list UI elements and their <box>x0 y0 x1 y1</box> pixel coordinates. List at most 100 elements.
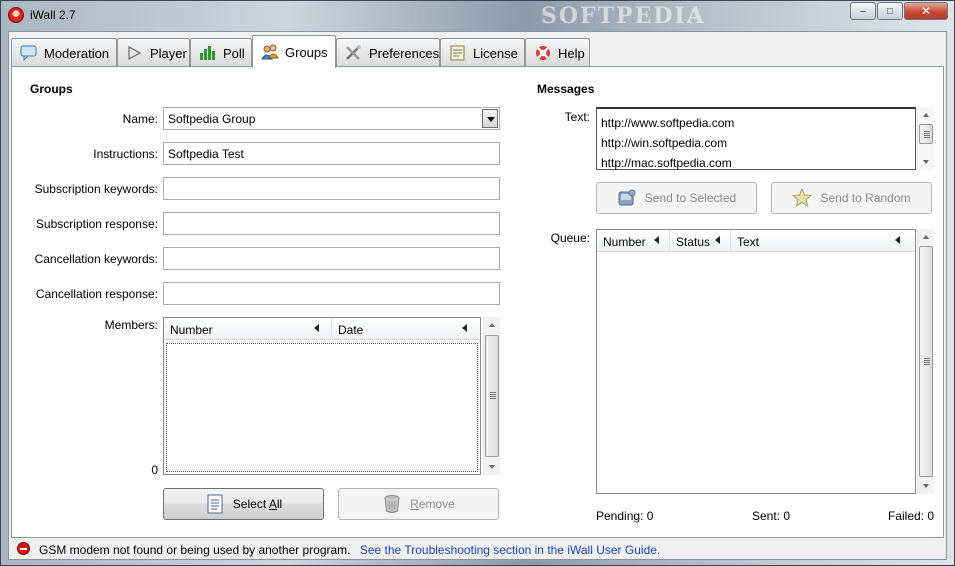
scroll-down-arrow-icon[interactable] <box>484 459 500 475</box>
sent-count: Sent: 0 <box>752 509 791 523</box>
send-to-selected-label: Send to Selected <box>644 191 737 205</box>
messages-section-title: Messages <box>537 82 595 96</box>
send-to-selected-button[interactable]: Send to Selected <box>596 182 757 214</box>
pending-count: Pending: 0 <box>596 509 654 523</box>
members-list-header: Number Date <box>164 318 480 340</box>
close-button[interactable]: ✕ <box>904 2 948 20</box>
app-logo-icon <box>8 7 24 23</box>
column-header-status[interactable]: Status <box>670 230 731 252</box>
tab-bar: Moderation Player Poll Groups Preference… <box>9 35 946 68</box>
members-label: Members: <box>104 318 158 332</box>
remove-label: Remove <box>410 497 455 511</box>
tab-player[interactable]: Player <box>117 38 190 67</box>
select-all-button[interactable]: Select All <box>163 488 324 520</box>
window-title: iWall 2.7 <box>30 8 76 22</box>
sort-arrow-icon <box>314 324 319 332</box>
grip-icon <box>924 131 930 138</box>
scroll-thumb[interactable] <box>485 335 499 457</box>
star-icon <box>792 187 813 208</box>
sort-arrow-icon <box>462 324 467 332</box>
document-list-icon <box>205 494 225 514</box>
app-window: iWall 2.7 SOFTPEDIA – □ ✕ Moderation Pla… <box>0 0 955 566</box>
cancellation-response-field[interactable] <box>163 282 500 305</box>
tab-label: Help <box>558 45 585 61</box>
message-text-content: http://www.softpedia.com http://win.soft… <box>601 113 734 173</box>
cancellation-response-label: Cancellation response: <box>35 287 158 301</box>
subscription-keywords-field[interactable] <box>163 177 500 200</box>
grip-icon <box>924 358 930 365</box>
cancellation-keywords-field[interactable] <box>163 247 500 270</box>
grip-icon <box>490 392 496 399</box>
tab-label: Poll <box>223 45 245 61</box>
sort-arrow-icon <box>895 236 900 244</box>
subscription-response-label: Subscription response: <box>35 217 158 231</box>
name-value: Softpedia Group <box>168 112 256 126</box>
queue-list[interactable]: Number Status Text <box>596 229 916 494</box>
send-to-random-button[interactable]: Send to Random <box>771 182 932 214</box>
group-icon <box>261 44 279 60</box>
sort-arrow-icon <box>654 236 659 244</box>
tab-poll[interactable]: Poll <box>190 38 252 67</box>
tab-moderation[interactable]: Moderation <box>11 38 117 67</box>
tab-license[interactable]: License <box>440 38 525 67</box>
tab-label: License <box>473 45 518 61</box>
members-list[interactable]: Number Date <box>163 317 481 475</box>
column-header-date[interactable]: Date <box>332 318 480 340</box>
maximize-button[interactable]: □ <box>877 2 903 20</box>
certificate-icon <box>449 45 467 61</box>
scroll-up-arrow-icon[interactable] <box>918 229 934 245</box>
chevron-down-icon[interactable] <box>482 109 498 128</box>
instructions-field[interactable]: Softpedia Test <box>163 142 500 165</box>
title-bar[interactable]: iWall 2.7 SOFTPEDIA – □ ✕ <box>1 1 954 31</box>
groups-panel: Groups Name: Softpedia Group Instruction… <box>11 66 944 538</box>
send-phone-icon <box>617 188 637 208</box>
column-header-text[interactable]: Text <box>731 230 915 252</box>
scroll-up-arrow-icon[interactable] <box>484 317 500 333</box>
client-area: Moderation Player Poll Groups Preference… <box>8 31 947 560</box>
name-dropdown[interactable]: Softpedia Group <box>163 107 500 130</box>
message-text-area[interactable]: http://www.softpedia.com http://win.soft… <box>596 107 916 170</box>
error-icon <box>17 542 30 555</box>
column-header-number[interactable]: Number <box>164 318 332 340</box>
bar-chart-icon <box>199 45 217 61</box>
tab-label: Groups <box>285 44 328 60</box>
watermark-text: SOFTPEDIA <box>541 3 706 29</box>
subscription-keywords-label: Subscription keywords: <box>34 182 158 196</box>
scroll-down-arrow-icon[interactable] <box>918 154 934 170</box>
column-header-number[interactable]: Number <box>597 230 670 252</box>
play-icon <box>126 45 144 61</box>
members-scrollbar[interactable] <box>483 317 500 475</box>
scroll-up-arrow-icon[interactable] <box>918 107 934 123</box>
members-count: 0 <box>151 463 158 477</box>
caption-buttons: – □ ✕ <box>849 2 948 20</box>
scroll-thumb[interactable] <box>919 246 933 477</box>
failed-count: Failed: 0 <box>888 509 935 523</box>
send-to-random-label: Send to Random <box>820 191 911 205</box>
name-label: Name: <box>122 112 158 126</box>
minimize-button[interactable]: – <box>850 2 876 20</box>
tab-preferences[interactable]: Preferences <box>336 38 440 67</box>
cancellation-keywords-label: Cancellation keywords: <box>34 252 158 266</box>
status-bar: GSM modem not found or being used by ano… <box>9 539 946 559</box>
remove-button[interactable]: Remove <box>338 488 499 520</box>
sort-arrow-icon <box>715 236 720 244</box>
queue-list-header: Number Status Text <box>597 230 915 252</box>
speech-bubble-icon <box>20 45 38 62</box>
message-line: http://win.softpedia.com <box>601 136 728 150</box>
troubleshooting-link[interactable]: See the Troubleshooting section in the i… <box>360 543 660 557</box>
scroll-down-arrow-icon[interactable] <box>918 478 934 494</box>
lifebuoy-icon <box>534 45 552 61</box>
groups-section-title: Groups <box>30 82 73 96</box>
tab-label: Player <box>150 45 187 61</box>
status-message: GSM modem not found or being used by ano… <box>39 543 661 557</box>
message-text-scrollbar[interactable] <box>917 107 934 170</box>
select-all-label: Select All <box>232 497 283 511</box>
message-line: http://www.softpedia.com <box>601 116 735 130</box>
subscription-response-field[interactable] <box>163 212 500 235</box>
queue-scrollbar[interactable] <box>917 229 934 494</box>
tab-groups[interactable]: Groups <box>252 35 336 68</box>
tab-label: Moderation <box>44 45 110 61</box>
tab-help[interactable]: Help <box>525 38 590 67</box>
tools-icon <box>345 45 363 61</box>
scroll-thumb[interactable] <box>919 124 933 144</box>
